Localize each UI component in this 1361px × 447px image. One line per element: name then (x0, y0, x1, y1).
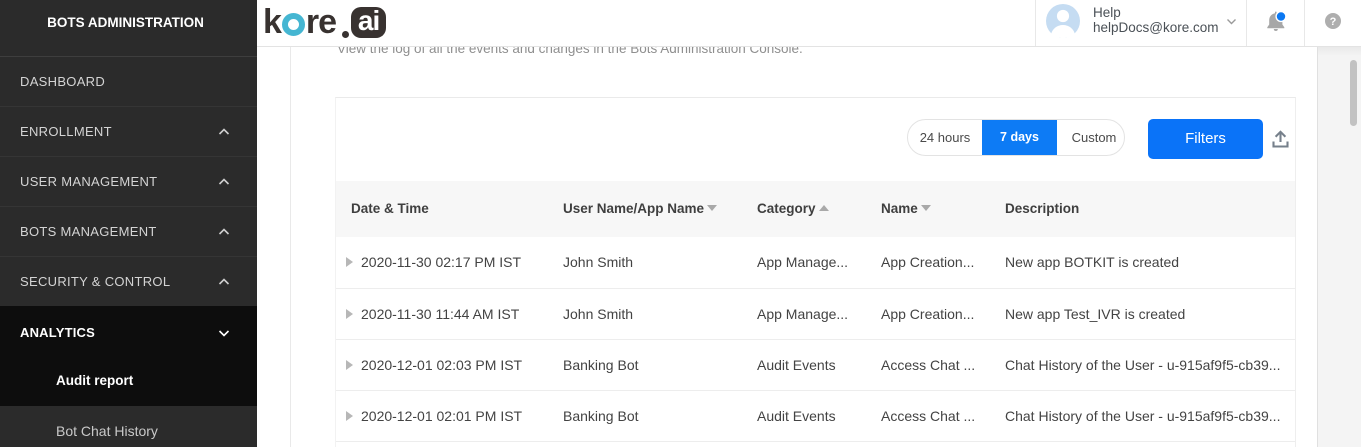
svg-text:?: ? (1330, 16, 1337, 28)
